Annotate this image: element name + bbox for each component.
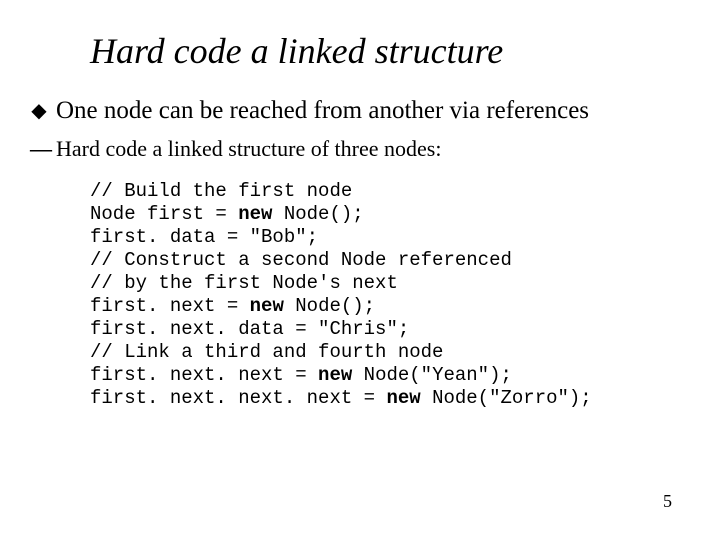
slide: Hard code a linked structure ◆ One node … xyxy=(0,0,720,540)
code-line: first. next. next = new Node("Yean"); xyxy=(90,364,512,386)
page-number: 5 xyxy=(663,491,672,512)
code-keyword: new xyxy=(238,203,272,225)
code-text: // Build the first node xyxy=(90,180,352,202)
code-line: // Build the first node xyxy=(90,180,352,202)
code-line: Node first = new Node(); xyxy=(90,203,364,225)
code-text: first. next = xyxy=(90,295,250,317)
code-keyword: new xyxy=(386,387,420,409)
code-text: Node(); xyxy=(272,203,363,225)
code-line: first. next. next. next = new Node("Zorr… xyxy=(90,387,592,409)
code-text: // by the first Node's next xyxy=(90,272,398,294)
code-text: Node first = xyxy=(90,203,238,225)
code-keyword: new xyxy=(318,364,352,386)
code-line: // Construct a second Node referenced xyxy=(90,249,512,271)
bullet-text: One node can be reached from another via… xyxy=(56,96,589,126)
slide-title: Hard code a linked structure xyxy=(90,30,680,72)
code-text: first. next. next. next = xyxy=(90,387,386,409)
dash-icon: — xyxy=(30,136,48,162)
code-text: first. next. next = xyxy=(90,364,318,386)
code-line: first. data = "Bob"; xyxy=(90,226,318,248)
code-text: Node(); xyxy=(284,295,375,317)
code-line: first. next = new Node(); xyxy=(90,295,375,317)
diamond-icon: ◆ xyxy=(30,96,48,126)
code-line: first. next. data = "Chris"; xyxy=(90,318,409,340)
code-block: // Build the first node Node first = new… xyxy=(90,180,680,410)
subbullet-item: — Hard code a linked structure of three … xyxy=(30,136,680,162)
subbullet-text: Hard code a linked structure of three no… xyxy=(56,136,441,162)
code-text: // Construct a second Node referenced xyxy=(90,249,512,271)
code-text: Node("Zorro"); xyxy=(421,387,592,409)
bullet-item: ◆ One node can be reached from another v… xyxy=(30,96,680,126)
code-text: first. data = "Bob"; xyxy=(90,226,318,248)
code-keyword: new xyxy=(250,295,284,317)
code-text: first. next. data = "Chris"; xyxy=(90,318,409,340)
code-line: // by the first Node's next xyxy=(90,272,398,294)
code-text: // Link a third and fourth node xyxy=(90,341,443,363)
code-text: Node("Yean"); xyxy=(352,364,512,386)
code-line: // Link a third and fourth node xyxy=(90,341,443,363)
